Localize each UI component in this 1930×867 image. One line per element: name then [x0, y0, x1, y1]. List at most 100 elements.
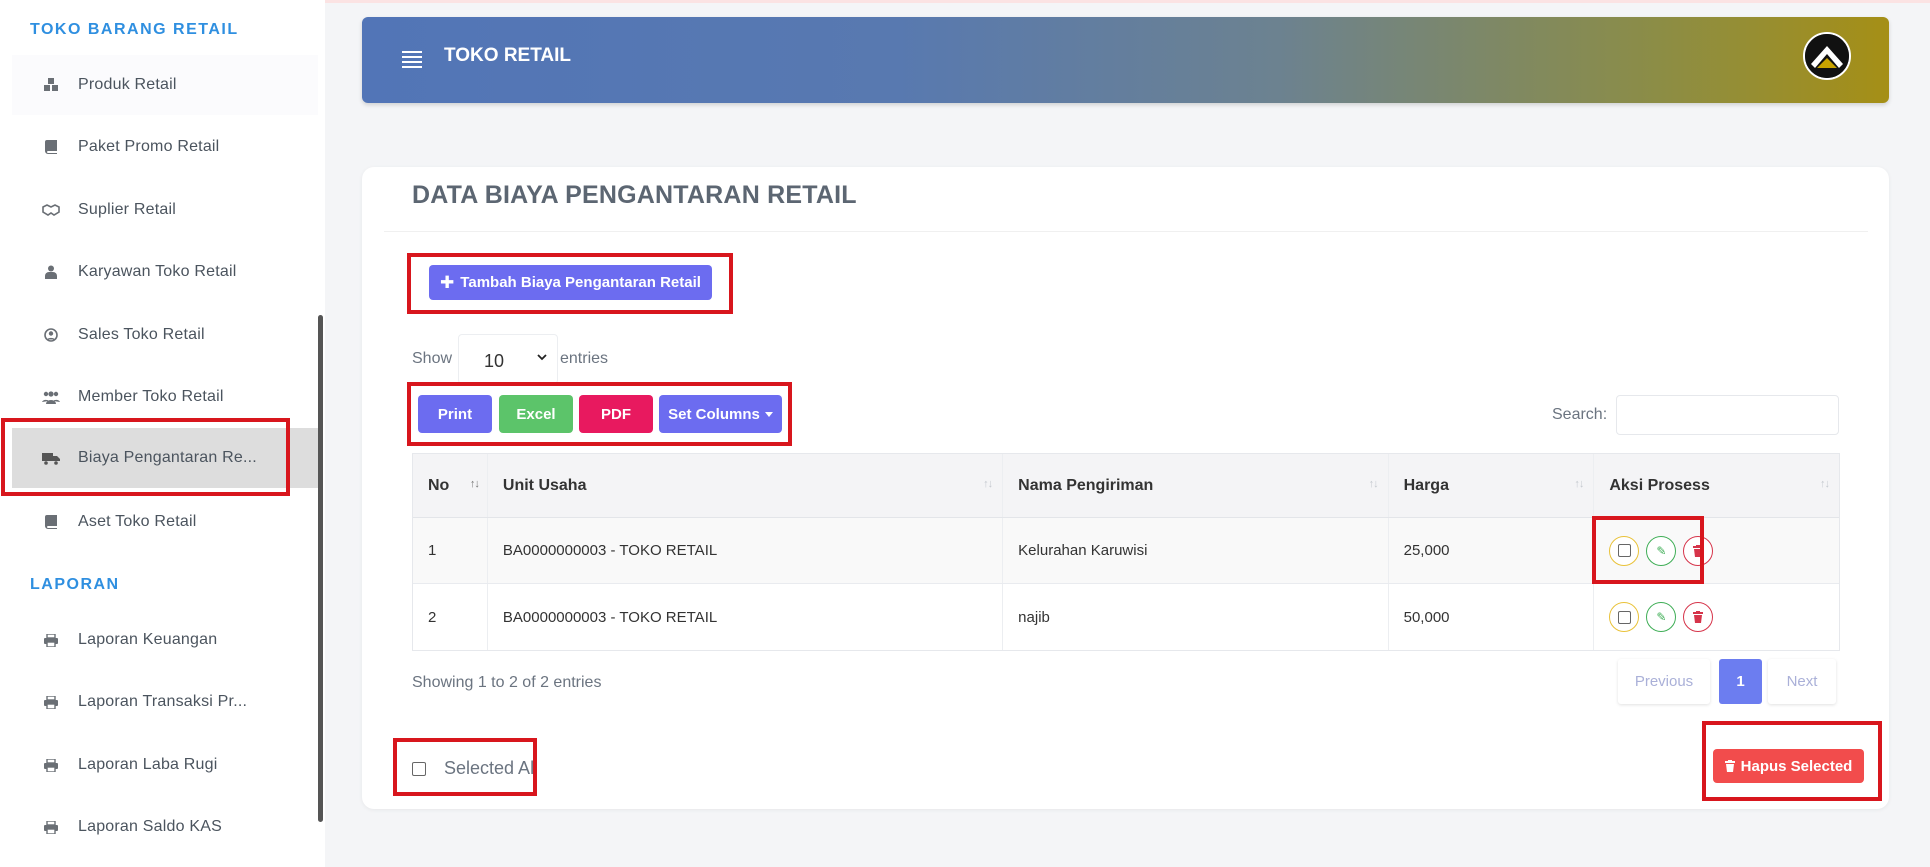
sidebar-item-label: Sales Toko Retail — [78, 326, 205, 343]
sidebar-item-karyawan[interactable]: Karyawan Toko Retail — [12, 242, 318, 302]
sidebar-item-produk-retail[interactable]: Produk Retail — [12, 55, 318, 115]
cell-harga: 25,000 — [1389, 518, 1595, 583]
sidebar-item-aset[interactable]: Aset Toko Retail — [12, 492, 318, 552]
sidebar-item-biaya-pengantaran[interactable]: Biaya Pengantaran Re... — [12, 428, 318, 488]
pagination-previous[interactable]: Previous — [1618, 659, 1710, 704]
sidebar-item-label: Produk Retail — [78, 76, 177, 93]
row-select-checkbox[interactable] — [1609, 535, 1640, 566]
cell-aksi: ✎ — [1594, 518, 1839, 583]
trash-icon — [1693, 611, 1704, 623]
column-header-unit-usaha[interactable]: Unit Usaha ↑↓ — [488, 454, 1004, 517]
trash-icon — [1693, 544, 1704, 557]
sidebar-item-member[interactable]: Member Toko Retail — [12, 367, 318, 427]
edit-button[interactable]: ✎ — [1646, 535, 1677, 566]
user-circle-icon — [42, 326, 60, 344]
handshake-icon — [42, 201, 60, 219]
book-icon — [42, 138, 60, 156]
header-label: Aksi Prosess — [1609, 476, 1710, 494]
sort-icon: ↑↓ — [983, 478, 993, 490]
cell-unit-usaha: BA0000000003 - TOKO RETAIL — [488, 518, 1004, 583]
cell-unit-usaha: BA0000000003 - TOKO RETAIL — [488, 584, 1004, 650]
column-header-nama-pengiriman[interactable]: Nama Pengiriman ↑↓ — [1003, 454, 1389, 517]
edit-button[interactable]: ✎ — [1646, 602, 1677, 632]
sort-icon: ↑↓ — [469, 478, 480, 490]
pagination-page-1[interactable]: 1 — [1719, 659, 1762, 704]
sidebar: TOKO BARANG RETAIL Produk Retail Paket P… — [0, 0, 325, 867]
header-label: Unit Usaha — [502, 476, 587, 494]
select-all[interactable]: Selected All — [412, 758, 538, 779]
caret-down-icon — [764, 411, 773, 417]
checkbox-icon — [1617, 544, 1631, 557]
set-columns-button[interactable]: Set Columns — [659, 395, 782, 433]
pdf-button[interactable]: PDF — [579, 395, 653, 433]
sidebar-item-label: Laporan Laba Rugi — [78, 756, 218, 773]
user-tie-icon — [42, 263, 60, 281]
header-label: Nama Pengiriman — [1018, 476, 1154, 494]
avatar[interactable] — [1803, 32, 1851, 80]
sort-icon: ↑↓ — [1368, 478, 1379, 490]
sidebar-item-laporan-keuangan[interactable]: Laporan Keuangan — [12, 610, 318, 670]
cell-nama-pengiriman: Kelurahan Karuwisi — [1003, 518, 1389, 583]
sidebar-section-laporan: LAPORAN — [30, 576, 120, 593]
delete-button[interactable] — [1683, 602, 1714, 632]
excel-button[interactable]: Excel — [499, 395, 573, 433]
entries-select[interactable]: 10 — [458, 334, 558, 384]
print-icon — [42, 693, 60, 711]
sidebar-item-paket-promo[interactable]: Paket Promo Retail — [12, 117, 318, 177]
pagination-next[interactable]: Next — [1768, 659, 1836, 704]
sidebar-item-suplier[interactable]: Suplier Retail — [12, 180, 318, 240]
truck-icon — [42, 449, 60, 467]
table-header-row: No ↑↓ Unit Usaha ↑↓ Nama Pengiriman ↑↓ H… — [413, 454, 1839, 518]
sort-icon: ↑↓ — [1574, 478, 1584, 490]
delete-button[interactable] — [1683, 535, 1714, 566]
select-all-label: Selected All — [444, 758, 539, 778]
entries-value: 10 — [484, 351, 505, 371]
sidebar-item-label: Laporan Saldo KAS — [78, 818, 222, 835]
sidebar-item-label: Laporan Keuangan — [78, 631, 218, 648]
trash-icon — [1724, 760, 1735, 772]
add-button-label: Tambah Biaya Pengantaran Retail — [460, 274, 701, 291]
header-label: No — [428, 476, 450, 494]
table-row: 1 BA0000000003 - TOKO RETAIL Kelurahan K… — [413, 518, 1839, 584]
row-select-checkbox[interactable] — [1609, 602, 1640, 632]
sidebar-scrollbar[interactable] — [318, 315, 323, 822]
book-icon — [42, 513, 60, 531]
header-title: TOKO RETAIL — [444, 45, 572, 66]
sidebar-item-label: Biaya Pengantaran Re... — [78, 449, 257, 466]
top-header: TOKO RETAIL — [362, 17, 1889, 103]
hapus-selected-button[interactable]: Hapus Selected — [1713, 749, 1864, 783]
column-header-no[interactable]: No ↑↓ — [413, 454, 488, 517]
hapus-label: Hapus Selected — [1740, 757, 1853, 775]
show-label: Show — [412, 350, 453, 367]
print-button[interactable]: Print — [418, 395, 492, 433]
sidebar-item-label: Paket Promo Retail — [78, 138, 220, 155]
table-info: Showing 1 to 2 of 2 entries — [412, 674, 602, 691]
sidebar-item-laporan-transaksi[interactable]: Laporan Transaksi Pr... — [12, 672, 318, 732]
divider — [384, 231, 1868, 232]
sidebar-item-laporan-laba-rugi[interactable]: Laporan Laba Rugi — [12, 735, 318, 795]
edit-icon: ✎ — [1656, 610, 1667, 624]
column-header-harga[interactable]: Harga ↑↓ — [1389, 454, 1595, 517]
sidebar-item-label: Suplier Retail — [78, 201, 176, 218]
checkbox-icon — [1617, 610, 1631, 624]
select-all-checkbox[interactable] — [412, 761, 426, 776]
column-header-aksi[interactable]: Aksi Prosess ↑↓ — [1594, 454, 1839, 517]
sidebar-item-sales[interactable]: Sales Toko Retail — [12, 305, 318, 365]
plus-icon: ✚ — [440, 272, 455, 292]
header-label: Harga — [1403, 476, 1449, 494]
data-card: DATA BIAYA PENGANTARAN RETAIL ✚ Tambah B… — [362, 167, 1889, 809]
page-title: DATA BIAYA PENGANTARAN RETAIL — [412, 181, 857, 209]
search-input[interactable] — [1616, 395, 1839, 435]
add-biaya-button[interactable]: ✚ Tambah Biaya Pengantaran Retail — [429, 265, 712, 300]
data-table: No ↑↓ Unit Usaha ↑↓ Nama Pengiriman ↑↓ H… — [412, 453, 1840, 651]
edit-icon: ✎ — [1656, 543, 1667, 558]
sidebar-section-toko: TOKO BARANG RETAIL — [30, 21, 239, 38]
cell-no: 1 — [413, 518, 488, 583]
hamburger-menu-icon[interactable] — [402, 51, 422, 68]
set-columns-label: Set Columns — [668, 405, 760, 423]
sidebar-item-laporan-saldo-kas[interactable]: Laporan Saldo KAS — [12, 797, 318, 857]
sidebar-item-label: Karyawan Toko Retail — [78, 263, 237, 280]
chevron-down-icon — [537, 354, 547, 361]
sidebar-item-label: Aset Toko Retail — [78, 513, 197, 530]
print-icon — [42, 756, 60, 774]
